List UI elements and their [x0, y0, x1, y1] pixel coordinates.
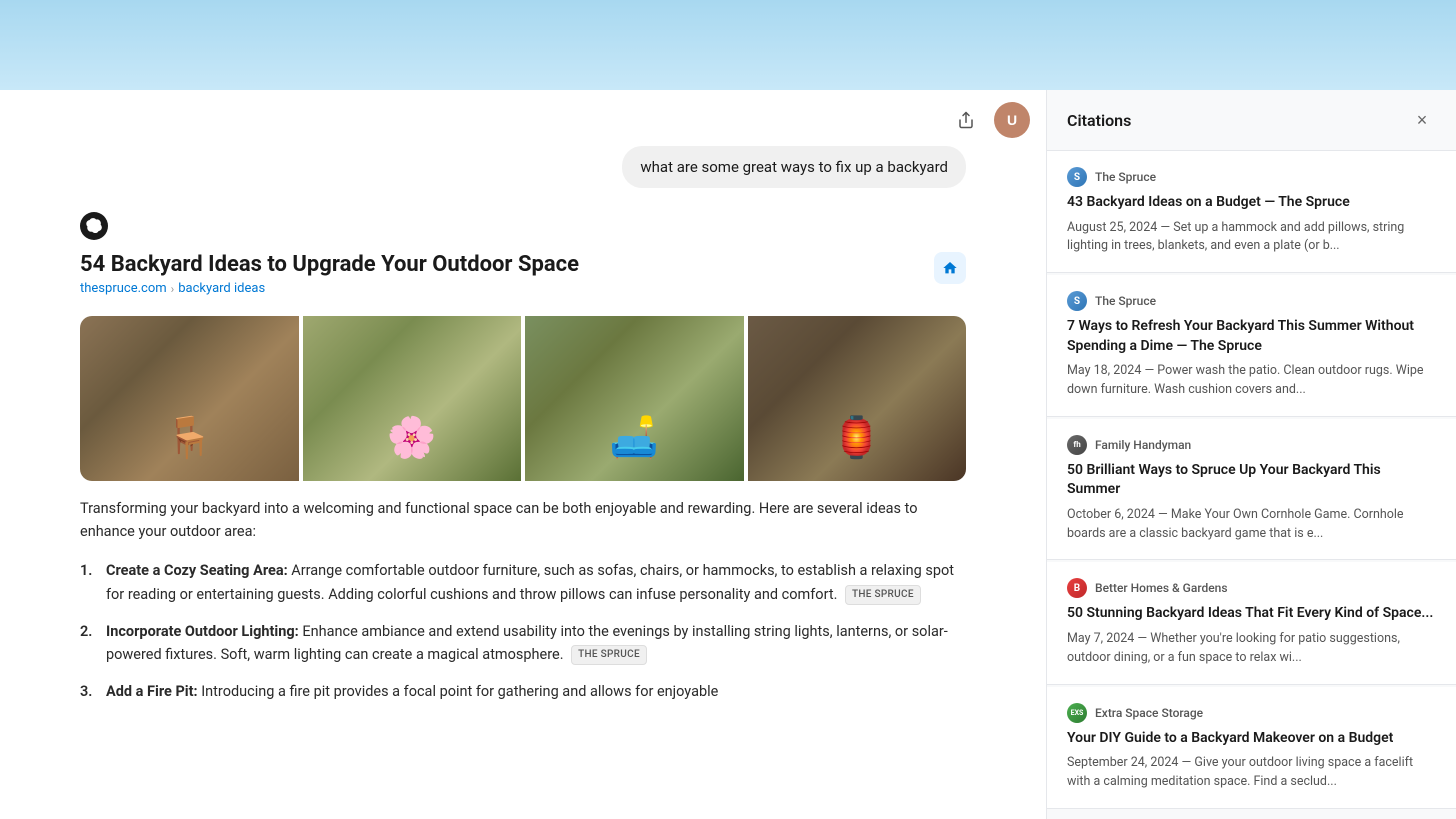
citation-title: 50 Stunning Backyard Ideas That Fit Ever… — [1067, 604, 1436, 624]
citation-item[interactable]: B Better Homes & Gardens 50 Stunning Bac… — [1047, 562, 1456, 684]
breadcrumb: thespruce.com › backyard ideas — [80, 281, 579, 296]
source-favicon: B — [1067, 578, 1087, 598]
citation-snippet: August 25, 2024 — Set up a hammock and a… — [1067, 219, 1436, 257]
citation-snippet: September 24, 2024 — Give your outdoor l… — [1067, 754, 1436, 792]
source-icon-button[interactable] — [934, 252, 966, 284]
backyard-image-3 — [525, 316, 744, 481]
citations-title: Citations — [1067, 111, 1131, 130]
citation-source: fh Family Handyman — [1067, 435, 1436, 455]
response-header: 54 Backyard Ideas to Upgrade Your Outdoo… — [80, 252, 966, 312]
source-favicon: EXS — [1067, 703, 1087, 723]
list-label: Add a Fire Pit: — [106, 683, 201, 700]
source-name: Better Homes & Gardens — [1095, 581, 1228, 595]
response-intro: Transforming your backyard into a welcom… — [80, 497, 966, 543]
citation-snippet: October 6, 2024 — Make Your Own Cornhole… — [1067, 506, 1436, 544]
citation-tag: THE SPRUCE — [571, 645, 647, 665]
share-button[interactable] — [948, 102, 984, 138]
citation-item[interactable]: S The Spruce 43 Backyard Ideas on a Budg… — [1047, 151, 1456, 273]
breadcrumb-domain[interactable]: thespruce.com — [80, 281, 167, 296]
source-favicon: S — [1067, 291, 1087, 311]
close-citations-button[interactable]: × — [1408, 106, 1436, 134]
backyard-image-1 — [80, 316, 299, 481]
list-item: 1. Create a Cozy Seating Area: Arrange c… — [80, 559, 966, 605]
citation-title: 50 Brilliant Ways to Spruce Up Your Back… — [1067, 461, 1436, 500]
openai-logo — [80, 212, 108, 240]
list-num: 1. — [80, 559, 98, 605]
citations-panel: Citations × S The Spruce 43 Backyard Ide… — [1046, 90, 1456, 819]
citation-title: 7 Ways to Refresh Your Backyard This Sum… — [1067, 317, 1436, 356]
source-favicon: S — [1067, 167, 1087, 187]
breadcrumb-current: backyard ideas — [178, 281, 265, 296]
citation-source: B Better Homes & Gardens — [1067, 578, 1436, 598]
list-content: Create a Cozy Seating Area: Arrange comf… — [106, 559, 966, 605]
user-message-bubble: what are some great ways to fix up a bac… — [80, 146, 966, 188]
chat-content: what are some great ways to fix up a bac… — [0, 146, 1046, 819]
citation-source: EXS Extra Space Storage — [1067, 703, 1436, 723]
user-message-text: what are some great ways to fix up a bac… — [640, 158, 948, 176]
response-list: 1. Create a Cozy Seating Area: Arrange c… — [80, 559, 966, 703]
citation-snippet: May 18, 2024 — Power wash the patio. Cle… — [1067, 362, 1436, 400]
citation-title: Your DIY Guide to a Backyard Makeover on… — [1067, 729, 1436, 749]
source-name: The Spruce — [1095, 294, 1156, 308]
citation-item[interactable]: S The Spruce 7 Ways to Refresh Your Back… — [1047, 275, 1456, 417]
citation-title: 43 Backyard Ideas on a Budget — The Spru… — [1067, 193, 1436, 213]
source-name: Family Handyman — [1095, 438, 1191, 452]
backyard-image-2 — [303, 316, 522, 481]
user-message: what are some great ways to fix up a bac… — [622, 146, 966, 188]
list-item: 2. Incorporate Outdoor Lighting: Enhance… — [80, 620, 966, 666]
avatar-button[interactable]: U — [994, 102, 1030, 138]
citation-tag: THE SPRUCE — [845, 585, 921, 605]
response-logo-row — [80, 212, 966, 240]
citations-list: S The Spruce 43 Backyard Ideas on a Budg… — [1047, 151, 1456, 809]
list-label: Incorporate Outdoor Lighting: — [106, 623, 302, 640]
response-title-breadcrumb: 54 Backyard Ideas to Upgrade Your Outdoo… — [80, 252, 579, 312]
avatar-initial: U — [1007, 112, 1017, 128]
list-num: 2. — [80, 620, 98, 666]
list-item: 3. Add a Fire Pit: Introducing a fire pi… — [80, 680, 966, 703]
source-name: Extra Space Storage — [1095, 706, 1203, 720]
citation-item[interactable]: fh Family Handyman 50 Brilliant Ways to … — [1047, 419, 1456, 561]
list-content: Add a Fire Pit: Introducing a fire pit p… — [106, 680, 966, 703]
main-container: U what are some great ways to fix up a b… — [0, 90, 1456, 819]
chat-header-actions: U — [0, 90, 1046, 146]
source-favicon: fh — [1067, 435, 1087, 455]
response-title: 54 Backyard Ideas to Upgrade Your Outdoo… — [80, 252, 579, 277]
list-num: 3. — [80, 680, 98, 703]
citation-snippet: May 7, 2024 — Whether you're looking for… — [1067, 630, 1436, 668]
citation-source: S The Spruce — [1067, 167, 1436, 187]
source-name: The Spruce — [1095, 170, 1156, 184]
images-grid — [80, 316, 966, 481]
list-content: Incorporate Outdoor Lighting: Enhance am… — [106, 620, 966, 666]
chat-panel: U what are some great ways to fix up a b… — [0, 90, 1046, 819]
breadcrumb-separator: › — [171, 282, 175, 296]
backyard-image-4 — [748, 316, 967, 481]
citations-header: Citations × — [1047, 90, 1456, 151]
list-label: Create a Cozy Seating Area: — [106, 562, 291, 579]
top-bar — [0, 0, 1456, 90]
citation-item[interactable]: EXS Extra Space Storage Your DIY Guide t… — [1047, 687, 1456, 809]
citation-source: S The Spruce — [1067, 291, 1436, 311]
